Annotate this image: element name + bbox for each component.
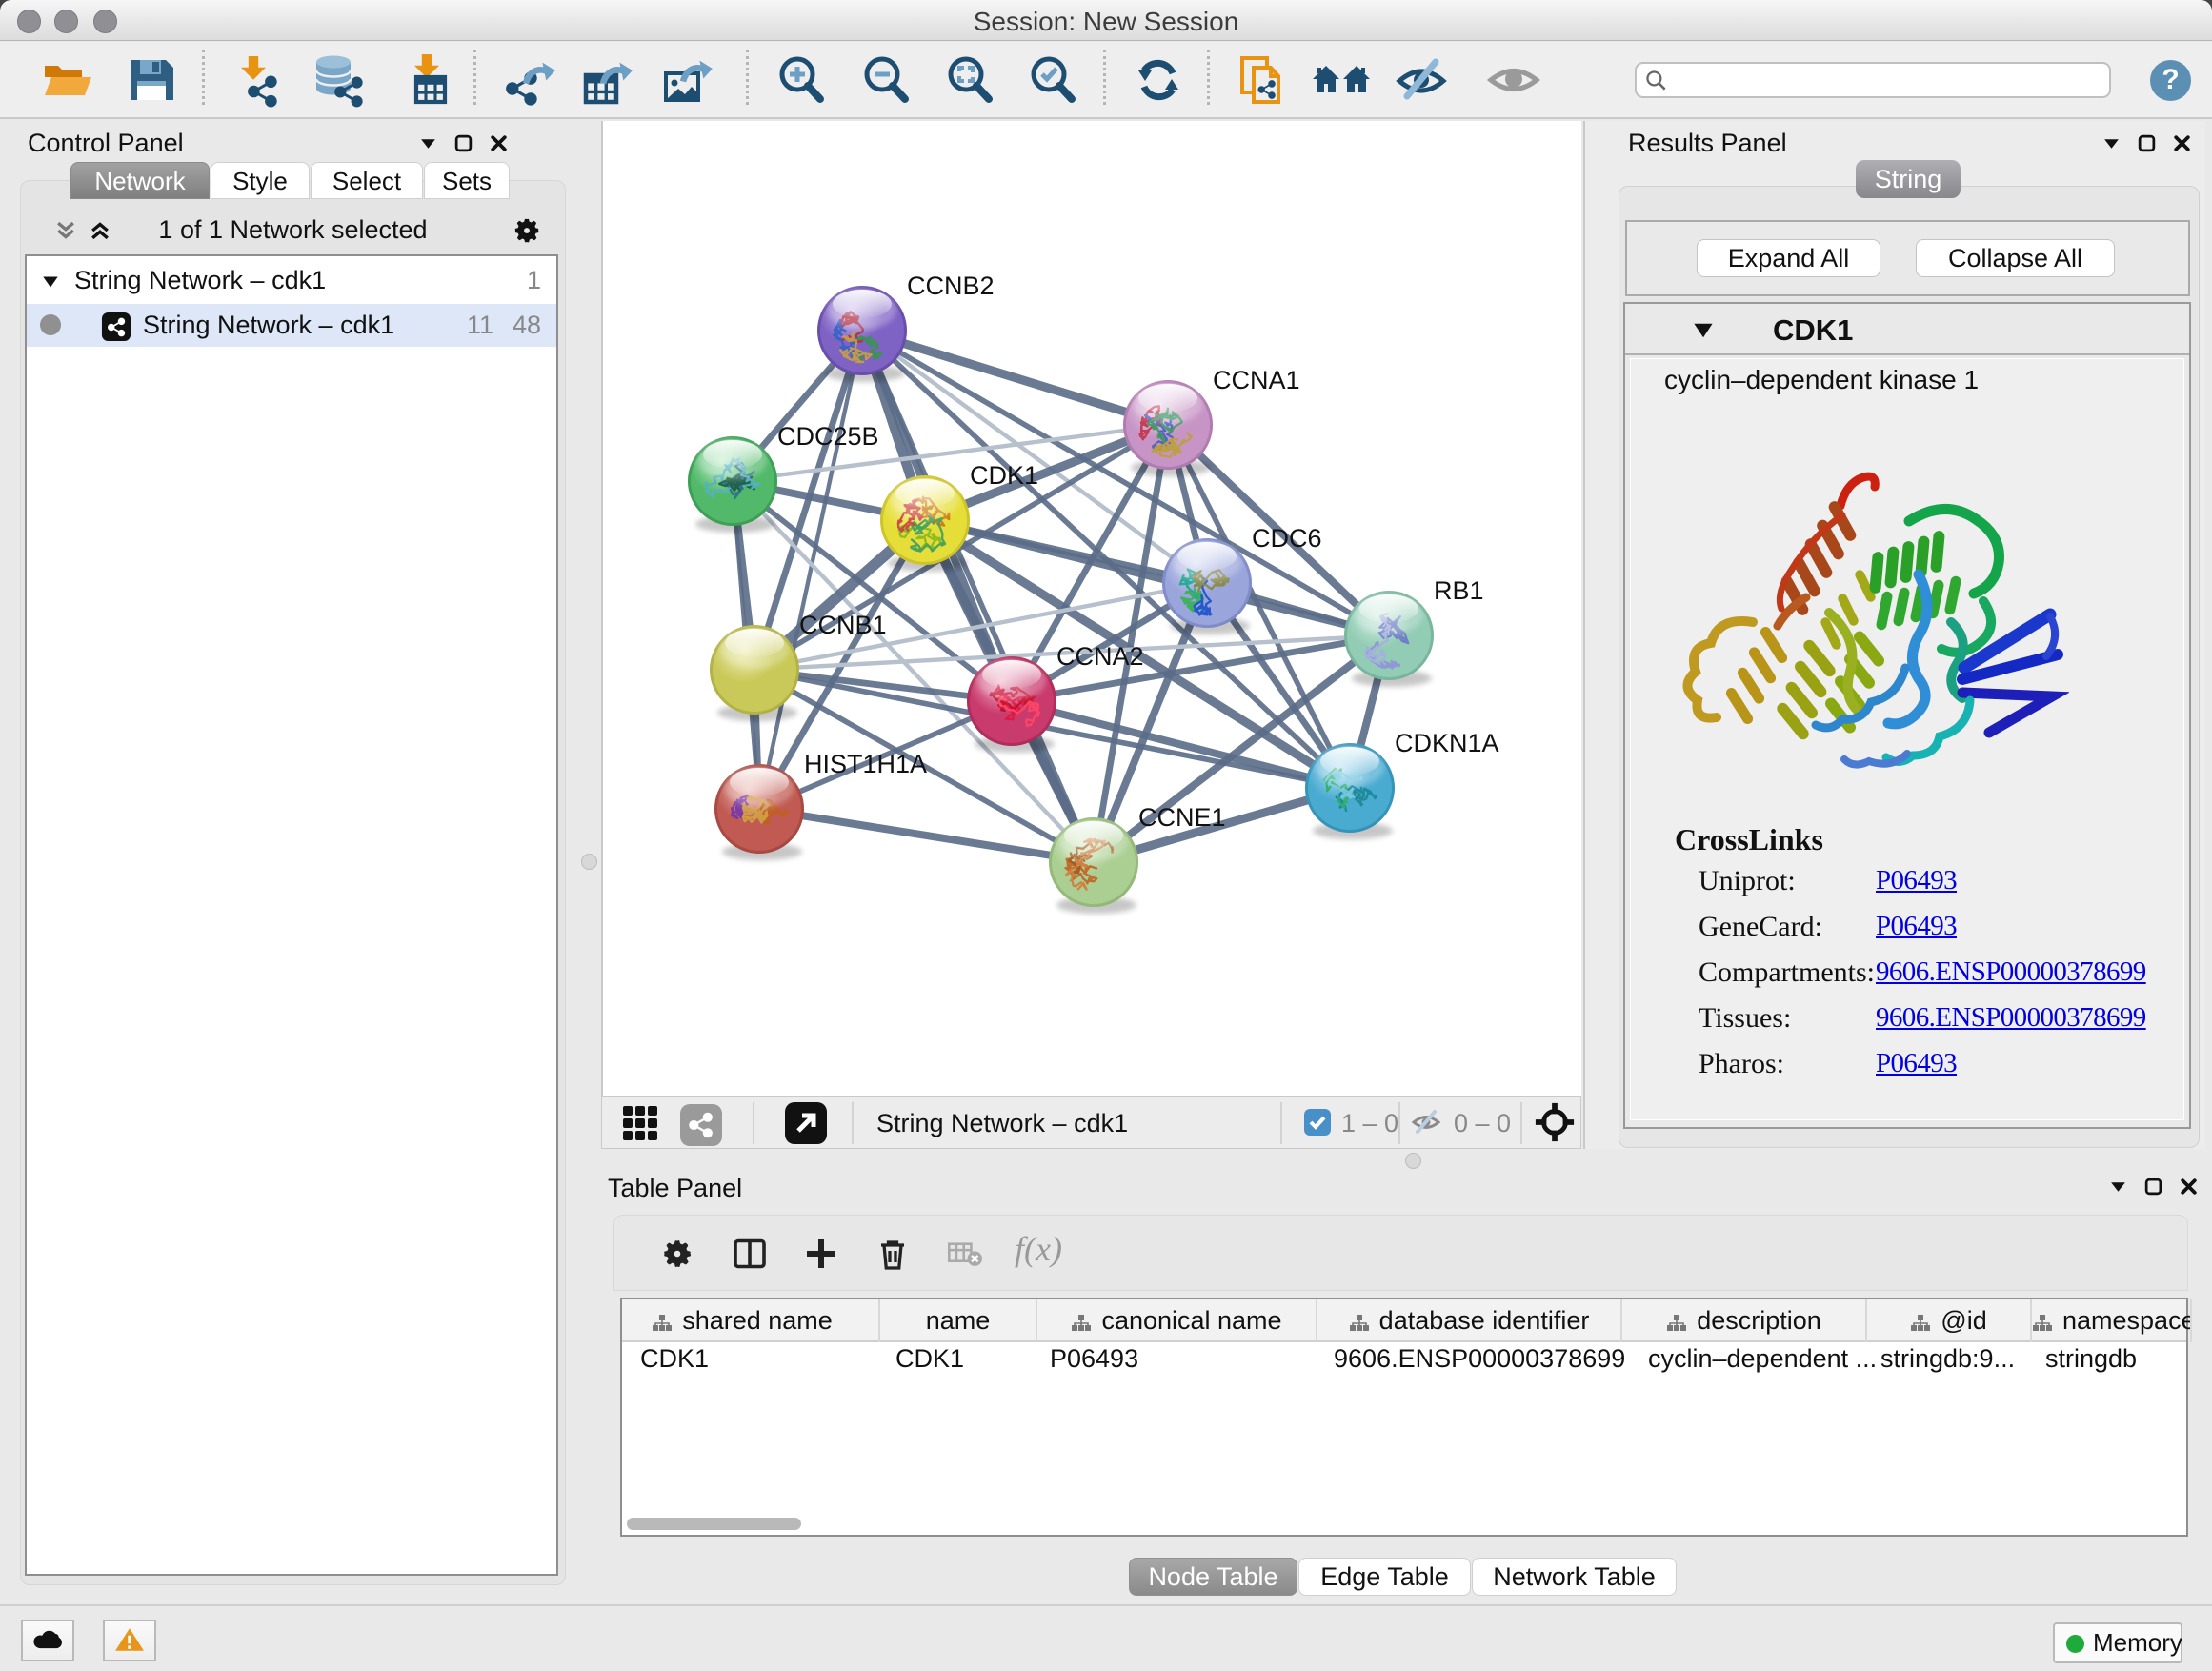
svg-text:CCNA1: CCNA1 <box>1213 366 1300 394</box>
svg-text:CCNB1: CCNB1 <box>799 611 887 639</box>
svg-text:CCNE1: CCNE1 <box>1138 803 1226 832</box>
svg-text:CCNA2: CCNA2 <box>1056 642 1144 671</box>
svg-text:HIST1H1A: HIST1H1A <box>804 750 927 778</box>
svg-text:CDKN1A: CDKN1A <box>1395 729 1499 757</box>
svg-text:CDC6: CDC6 <box>1252 524 1322 553</box>
svg-text:CDK1: CDK1 <box>970 461 1038 490</box>
svg-text:CCNB2: CCNB2 <box>907 272 995 300</box>
svg-text:RB1: RB1 <box>1434 576 1484 605</box>
svg-text:CDC25B: CDC25B <box>777 422 879 451</box>
